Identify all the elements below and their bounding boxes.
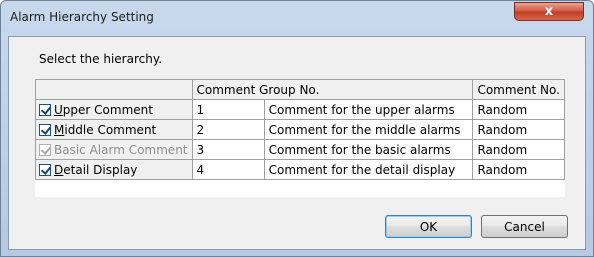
dialog-body: Select the hierarchy. Comment Group No. … xyxy=(8,36,586,250)
cancel-button[interactable]: Cancel xyxy=(481,215,568,238)
group-no-cell[interactable]: 1 xyxy=(191,99,265,120)
basic-alarm-comment-label: Basic Alarm Comment xyxy=(54,142,188,157)
group-no-cell[interactable]: 2 xyxy=(191,119,265,140)
ok-button[interactable]: OK xyxy=(385,215,472,238)
table-row: Middle Comment 2 Comment for the middle … xyxy=(35,119,565,140)
header-hierarchy xyxy=(35,79,193,100)
detail-display-label: Detail Display xyxy=(54,162,138,177)
middle-comment-checkbox[interactable] xyxy=(39,123,51,136)
comment-cell[interactable]: Comment for the basic alarms xyxy=(263,139,474,160)
table-row: Basic Alarm Comment 3 Comment for the ba… xyxy=(35,139,565,160)
detail-display-checkbox[interactable] xyxy=(39,163,51,176)
comment-cell[interactable]: Comment for the upper alarms xyxy=(263,99,474,120)
comment-cell[interactable]: Comment for the middle alarms xyxy=(263,119,474,140)
basic-alarm-comment-cell: Basic Alarm Comment xyxy=(35,139,193,160)
basic-alarm-comment-checkbox xyxy=(39,143,51,156)
comment-no-cell[interactable]: Random xyxy=(472,119,565,140)
group-no-cell[interactable]: 3 xyxy=(191,139,265,160)
upper-comment-label: Upper Comment xyxy=(54,102,153,117)
upper-comment-checkbox[interactable] xyxy=(39,103,51,116)
table-row: Detail Display 4 Comment for the detail … xyxy=(35,159,565,180)
title-bar[interactable]: Alarm Hierarchy Setting x xyxy=(1,1,593,37)
hierarchy-table: Comment Group No. Comment No. Upper Comm… xyxy=(35,79,565,180)
header-comment-group-no: Comment Group No. xyxy=(191,79,474,100)
table-header-row: Comment Group No. Comment No. xyxy=(35,79,565,100)
detail-display-cell[interactable]: Detail Display xyxy=(35,159,193,180)
alarm-hierarchy-dialog: Alarm Hierarchy Setting x Select the hie… xyxy=(0,0,594,257)
middle-comment-label: Middle Comment xyxy=(54,122,157,137)
middle-comment-cell[interactable]: Middle Comment xyxy=(35,119,193,140)
comment-cell[interactable]: Comment for the detail display xyxy=(263,159,474,180)
hierarchy-grid-container: Comment Group No. Comment No. Upper Comm… xyxy=(35,79,565,197)
instruction-text: Select the hierarchy. xyxy=(39,52,163,66)
comment-no-cell[interactable]: Random xyxy=(472,139,565,160)
close-icon: x xyxy=(544,4,554,19)
comment-no-cell[interactable]: Random xyxy=(472,159,565,180)
header-comment-no: Comment No. xyxy=(472,79,565,100)
upper-comment-cell[interactable]: Upper Comment xyxy=(35,99,193,120)
group-no-cell[interactable]: 4 xyxy=(191,159,265,180)
comment-no-cell[interactable]: Random xyxy=(472,99,565,120)
close-button[interactable]: x xyxy=(514,2,584,21)
table-row: Upper Comment 1 Comment for the upper al… xyxy=(35,99,565,120)
dialog-title: Alarm Hierarchy Setting xyxy=(10,10,154,24)
